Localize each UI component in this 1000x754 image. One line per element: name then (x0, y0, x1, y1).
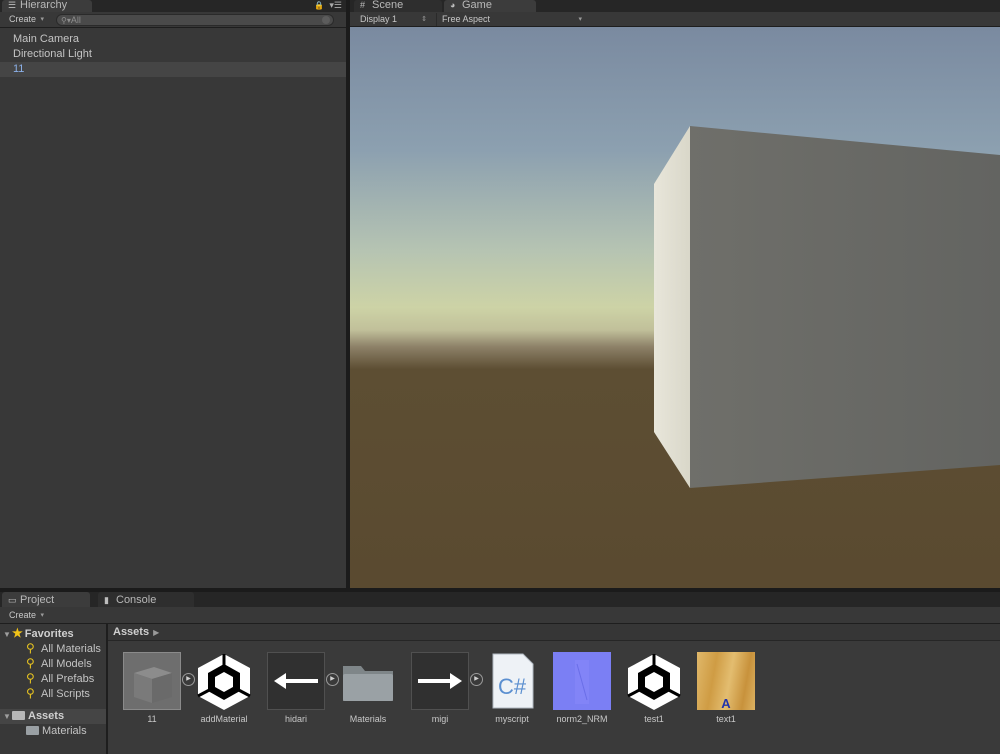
hierarchy-panel: ☰ Hierarchy 🔒 ▾☰ Create ▾ ⚲▾All Main Camer… (0, 0, 346, 588)
display-dropdown[interactable]: Display 1 ⇕ (355, 13, 431, 26)
wood-texture-icon: A (697, 652, 755, 711)
pacman-icon: ◕ (450, 0, 456, 10)
arrow-left-icon (267, 652, 325, 710)
project-toolbar: Create ▾ (0, 607, 1000, 624)
asset-item[interactable]: C# myscript (476, 652, 548, 752)
list-icon: ☰ (8, 0, 17, 10)
favorites-header[interactable]: ▼★ Favorites (0, 626, 106, 641)
asset-item[interactable]: ▶ migi (404, 652, 483, 752)
hierarchy-create-dropdown[interactable]: Create ▾ (4, 13, 48, 26)
asset-item[interactable]: A text1 (690, 652, 762, 752)
folder-icon (339, 652, 397, 710)
hierarchy-item-main-camera[interactable]: Main Camera (0, 32, 346, 47)
cube-side-face (654, 126, 690, 488)
cube-front-face (690, 126, 1000, 488)
folder-icon: ▭ (8, 595, 17, 605)
expand-triangle-icon[interactable]: ▼ (3, 627, 12, 642)
search-cancel-icon[interactable] (322, 16, 330, 24)
aspect-dropdown[interactable]: Free Aspect ▾ (436, 13, 586, 26)
console-icon: ▮ (104, 595, 109, 605)
breadcrumb-assets[interactable]: Assets (113, 626, 149, 638)
assets-folder-item[interactable]: ▼ Assets (0, 709, 106, 724)
game-toolbar: Display 1 ⇕ Free Aspect ▾ (350, 12, 1000, 27)
tab-scene[interactable]: # Scene (354, 0, 442, 12)
favorite-all-models[interactable]: ⚲ All Models (0, 656, 106, 671)
tab-game[interactable]: ◕ Game (444, 0, 536, 12)
materials-folder-item[interactable]: Materials (0, 724, 106, 739)
search-icon: ⚲ (26, 686, 35, 700)
favorite-all-prefabs[interactable]: ⚲ All Prefabs (0, 671, 106, 686)
project-create-dropdown[interactable]: Create ▾ (4, 609, 48, 622)
tab-console[interactable]: ▮ Console (98, 592, 194, 607)
csharp-script-icon: C# (483, 652, 541, 710)
assets-grid-panel: Assets ▶ ▶ 11 addMaterial ▶ hidari Materi… (108, 624, 1000, 754)
search-icon: ⚲ (26, 671, 35, 685)
project-folder-tree: ▼★ Favorites ⚲ All Materials ⚲ All Models ⚲… (0, 624, 106, 754)
breadcrumb: Assets ▶ (108, 624, 1000, 641)
unity-logo-icon (625, 652, 683, 710)
search-icon: ⚲ (26, 641, 35, 655)
project-tab-bar: ▭ Project ▮ Console (0, 592, 1000, 607)
grid-icon: # (360, 0, 366, 10)
hierarchy-toolbar: Create ▾ ⚲▾All (0, 12, 346, 28)
asset-item[interactable]: ▶ hidari (260, 652, 339, 752)
folder-icon (26, 726, 39, 735)
hierarchy-item-11[interactable]: 11 (0, 62, 346, 77)
chevron-updown-icon: ⇕ (421, 16, 427, 23)
chevron-down-icon: ▾ (40, 612, 44, 619)
svg-text:C#: C# (498, 674, 527, 699)
tab-project[interactable]: ▭ Project (2, 592, 90, 607)
chevron-down-icon: ▾ (578, 16, 582, 23)
game-viewport[interactable] (350, 27, 1000, 588)
hierarchy-list: Main Camera Directional Light 11 (0, 32, 346, 77)
asset-item[interactable]: ▶ 11 (116, 652, 195, 752)
search-icon: ⚲▾ (61, 16, 71, 25)
chevron-down-icon: ▾ (40, 16, 44, 23)
asset-item[interactable]: norm2_NRM (546, 652, 618, 752)
panel-menu-icon[interactable]: ▾☰ (329, 0, 342, 11)
star-icon: ★ (12, 626, 23, 640)
tab-hierarchy[interactable]: ☰ Hierarchy (2, 0, 92, 12)
lock-icon[interactable]: 🔒 (314, 1, 324, 10)
favorite-all-scripts[interactable]: ⚲ All Scripts (0, 686, 106, 701)
asset-item[interactable]: test1 (618, 652, 690, 752)
folder-icon (12, 711, 25, 720)
search-icon: ⚲ (26, 656, 35, 670)
view-tab-bar: # Scene ◕ Game (350, 0, 1000, 12)
expand-triangle-icon[interactable]: ▼ (3, 709, 12, 724)
rendered-scene (654, 126, 1000, 488)
hierarchy-item-directional-light[interactable]: Directional Light (0, 47, 346, 62)
hierarchy-tab-bar: ☰ Hierarchy 🔒 ▾☰ (0, 0, 346, 12)
asset-item[interactable]: Materials (332, 652, 404, 752)
svg-text:A: A (721, 696, 731, 710)
asset-item[interactable]: addMaterial (188, 652, 260, 752)
arrow-right-icon (411, 652, 469, 710)
hierarchy-search-input[interactable]: ⚲▾All (56, 14, 334, 26)
unity-logo-icon (195, 652, 253, 710)
favorite-all-materials[interactable]: ⚲ All Materials (0, 641, 106, 656)
normal-map-texture-icon (553, 652, 611, 710)
chevron-right-icon: ▶ (153, 628, 160, 637)
cube-model-icon (123, 652, 181, 710)
game-view-panel: # Scene ◕ Game Display 1 ⇕ Free Aspect ▾ (350, 0, 1000, 588)
